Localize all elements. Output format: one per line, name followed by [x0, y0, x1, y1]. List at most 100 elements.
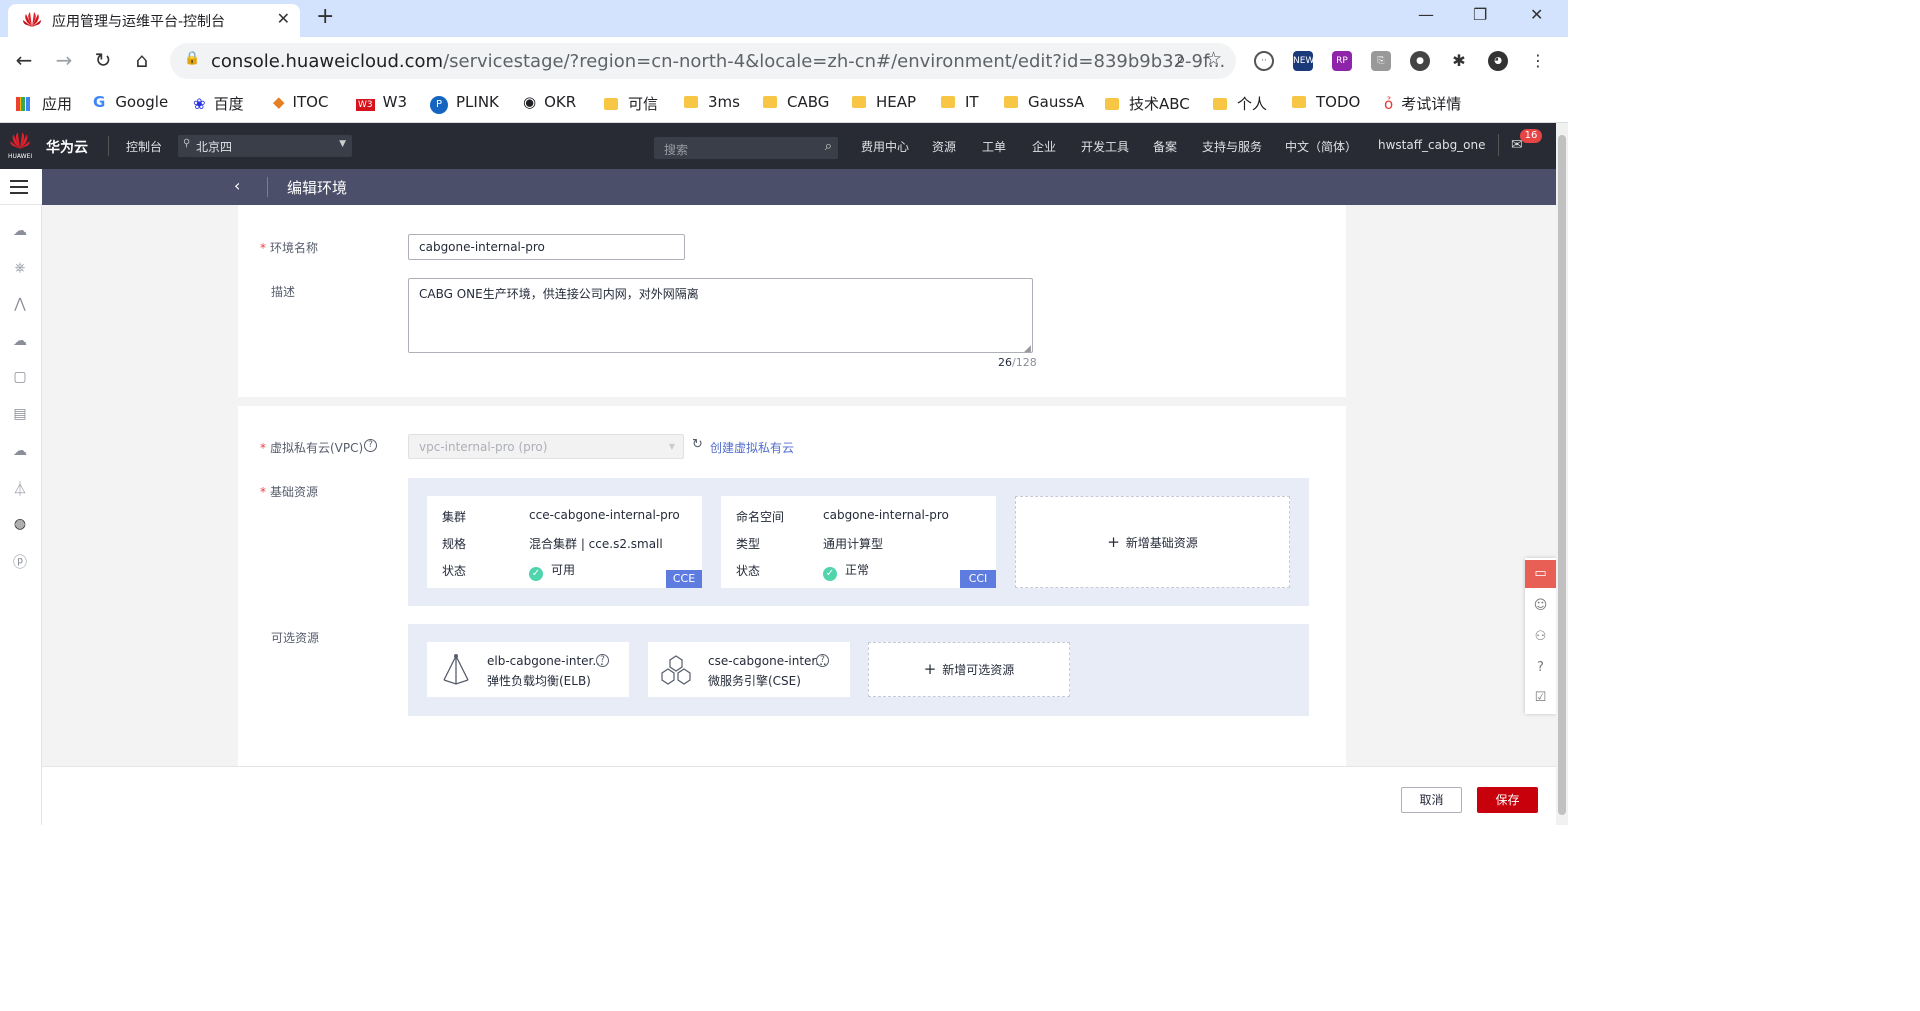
brand-name[interactable]: 华为云 — [46, 137, 88, 157]
bookmark-itoc[interactable]: ◆ ITOC — [273, 93, 328, 111]
tab-close-icon[interactable]: ✕ — [277, 9, 290, 28]
field-key: 命名空间 — [736, 510, 785, 524]
vpc-help-icon[interactable]: ? — [364, 439, 377, 452]
storage-icon[interactable]: ▢ — [11, 369, 29, 387]
extension-new-icon[interactable]: NEW — [1293, 51, 1314, 71]
page-scrollbar[interactable] — [1556, 123, 1568, 825]
check-circle-icon: ✓ — [823, 567, 837, 581]
nav-billing[interactable]: 费用中心 — [861, 138, 909, 155]
base-resource-card-cci[interactable]: 命名空间 cabgone-internal-pro 类型 通用计算型 状态 ✓ 正… — [721, 496, 996, 588]
nav-enterprise[interactable]: 企业 — [1032, 138, 1056, 155]
refresh-icon[interactable]: ↻ — [692, 437, 703, 452]
cloud-service-icon[interactable]: ☁ — [11, 223, 29, 241]
cluster-icon[interactable]: ⎈ — [11, 260, 29, 278]
document-icon[interactable]: ▤ — [11, 406, 29, 424]
bookmark-w3[interactable]: W3 W3 — [356, 93, 407, 111]
bookmark-okr[interactable]: ◉ OKR — [523, 93, 576, 111]
extension-pdf-icon[interactable]: ⎘ — [1371, 51, 1391, 71]
window-close-icon[interactable]: ✕ — [1530, 5, 1543, 24]
globe-icon[interactable]: ◍ — [11, 516, 29, 534]
balance-icon[interactable]: ⏃ — [11, 479, 29, 498]
reload-icon[interactable]: ↻ — [90, 48, 116, 72]
add-optional-resource-button[interactable]: + 新增可选资源 — [868, 642, 1070, 697]
nav-resources[interactable]: 资源 — [932, 138, 956, 155]
forward-icon[interactable]: → — [51, 48, 77, 72]
plus-icon: + — [1107, 533, 1120, 551]
nav-language[interactable]: 中文（简体） — [1285, 138, 1357, 155]
okr-icon: ◉ — [523, 93, 537, 111]
nav-support[interactable]: 支持与服务 — [1202, 138, 1262, 155]
browser-tab[interactable]: 应用管理与运维平台-控制台 ✕ — [8, 4, 300, 37]
resource-name: cse-cabgone-inter... — [708, 654, 827, 668]
checklist-icon[interactable]: ☑ — [1525, 684, 1556, 712]
bookmark-kexin[interactable]: 可信 — [604, 93, 658, 114]
create-vpc-link[interactable]: 创建虚拟私有云 — [710, 439, 794, 456]
bookmark-heap[interactable]: HEAP — [852, 93, 916, 111]
minimize-icon[interactable]: — — [1418, 5, 1434, 24]
bookmark-3ms[interactable]: 3ms — [684, 93, 740, 111]
search-icon[interactable]: ⌕ — [825, 139, 832, 154]
back-icon[interactable]: ← — [11, 48, 37, 72]
nav-filing[interactable]: 备案 — [1153, 138, 1177, 155]
env-name-input[interactable]: cabgone-internal-pro — [408, 234, 685, 260]
service-icon[interactable]: ⚇ — [1525, 623, 1556, 651]
cloud-upload-icon[interactable]: ☁ — [11, 443, 29, 461]
cancel-button[interactable]: 取消 — [1401, 787, 1462, 813]
extension-icon[interactable]: ·· — [1254, 51, 1274, 71]
status-value: ✓ 可用 — [529, 561, 575, 581]
network-icon[interactable]: ⋀ — [11, 296, 29, 314]
browser-menu-icon[interactable]: ⋮ — [1528, 51, 1548, 71]
bookmark-exam[interactable]: ỏ 考试详情 — [1384, 93, 1461, 114]
description-textarea[interactable]: CABG ONE生产环境，供连接公司内网，对外网隔离 — [408, 278, 1033, 353]
region-select[interactable]: ⚲ 北京四 ▼ — [178, 135, 352, 157]
home-icon[interactable]: ⌂ — [129, 48, 155, 72]
nav-dev-tools[interactable]: 开发工具 — [1081, 138, 1129, 155]
bookmark-apps[interactable]: 应用 — [16, 93, 72, 114]
bookmark-todo[interactable]: TODO — [1292, 93, 1360, 111]
cloud-db-icon[interactable]: ☁ — [11, 333, 29, 351]
extension-rp-icon[interactable]: RP — [1332, 51, 1352, 71]
bookmark-jishu-abc[interactable]: 技术ABC — [1105, 93, 1190, 114]
smiley-icon[interactable]: ☺ — [1525, 592, 1556, 620]
load-balancer-icon — [443, 654, 469, 685]
help-icon[interactable]: ? — [816, 654, 829, 667]
extensions-puzzle-icon[interactable]: ✱ — [1449, 51, 1469, 71]
feedback-icon[interactable]: ▭ — [1525, 560, 1556, 588]
cluster-spec: 混合集群 | cce.s2.small — [529, 537, 663, 551]
question-icon[interactable]: ? — [1525, 654, 1556, 682]
console-link[interactable]: 控制台 — [126, 138, 162, 155]
new-tab-button[interactable]: + — [316, 4, 334, 29]
bookmark-baidu[interactable]: ❀ 百度 — [193, 93, 244, 114]
bookmark-geren[interactable]: 个人 — [1213, 93, 1267, 114]
zoom-icon[interactable]: ⌕ — [1176, 49, 1186, 70]
back-arrow-icon[interactable]: ‹ — [234, 176, 240, 195]
bookmark-it[interactable]: IT — [941, 93, 979, 111]
google-icon: G — [93, 93, 106, 111]
vpc-select[interactable]: vpc-internal-pro (pro) ▼ — [408, 434, 684, 459]
base-resource-card-cce[interactable]: 集群 cce-cabgone-internal-pro 规格 混合集群 | cc… — [427, 496, 702, 588]
menu-toggle[interactable] — [0, 169, 42, 205]
add-base-resource-button[interactable]: + 新增基础资源 — [1015, 496, 1290, 588]
optional-resource-card-elb[interactable]: elb-cabgone-inter... ? 弹性负载均衡(ELB) — [427, 642, 629, 697]
bookmark-gaussa[interactable]: GaussA — [1004, 93, 1084, 111]
nav-tickets[interactable]: 工单 — [982, 138, 1006, 155]
extension-circle-icon[interactable]: ● — [1410, 51, 1430, 71]
folder-icon — [852, 96, 866, 108]
scrollbar-thumb[interactable] — [1558, 135, 1566, 815]
optional-resource-card-cse[interactable]: cse-cabgone-inter... ? 微服务引擎(CSE) — [648, 642, 850, 697]
help-icon[interactable]: ? — [596, 654, 609, 667]
profile-avatar-icon[interactable]: ◕ — [1488, 51, 1508, 71]
ip-icon[interactable]: ⓟ — [11, 552, 29, 571]
bookmark-plink[interactable]: P PLINK — [430, 93, 499, 114]
resize-handle-icon[interactable]: ◢ — [1024, 344, 1031, 354]
folder-icon — [1292, 96, 1306, 108]
global-search-input[interactable]: 搜索 ⌕ — [654, 137, 838, 159]
restore-icon[interactable]: ❐ — [1473, 5, 1487, 24]
address-bar[interactable]: 🔒 console.huaweicloud.com/servicestage/?… — [170, 43, 1236, 79]
lock-icon: 🔒 — [184, 51, 201, 66]
save-button[interactable]: 保存 — [1477, 787, 1538, 813]
bookmark-star-icon[interactable]: ☆ — [1205, 48, 1222, 70]
bookmark-google[interactable]: G Google — [93, 93, 168, 111]
nav-username[interactable]: hwstaff_cabg_one — [1378, 138, 1486, 152]
bookmark-cabg[interactable]: CABG — [763, 93, 829, 111]
